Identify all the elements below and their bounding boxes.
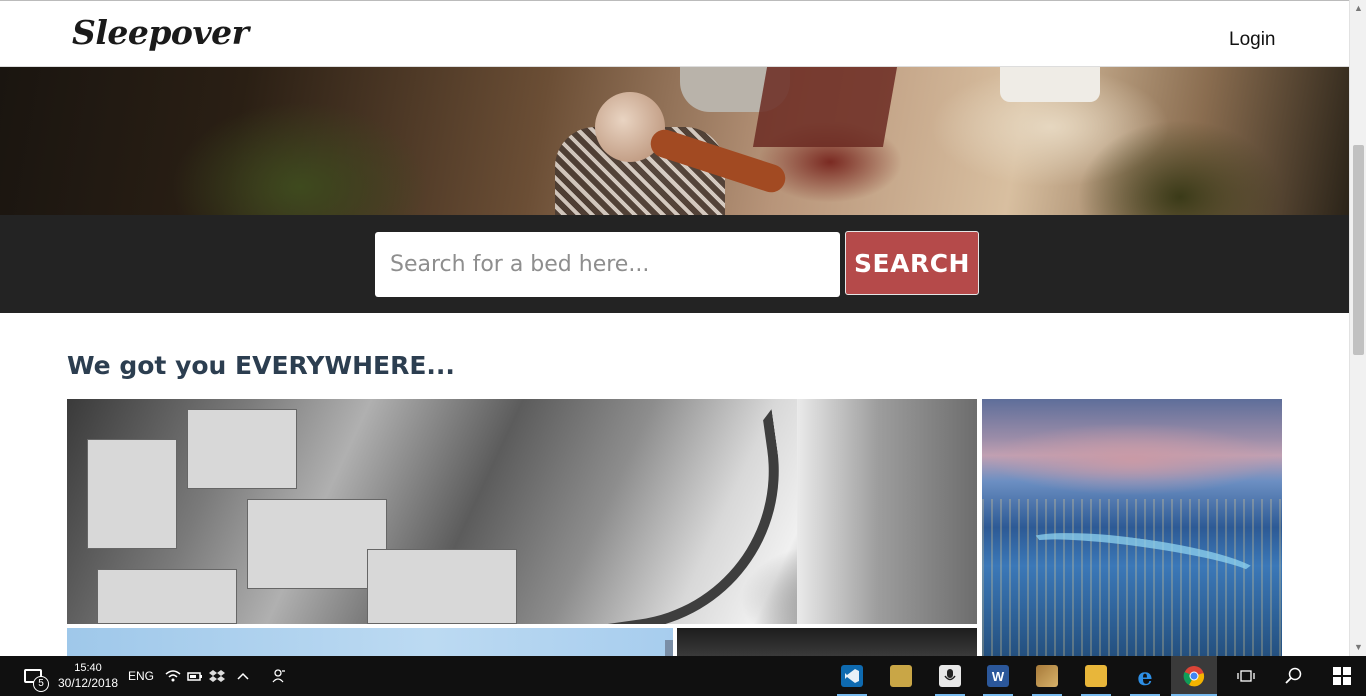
hero-image [0, 67, 1349, 215]
task-view-icon[interactable] [1224, 656, 1268, 696]
people-icon[interactable] [268, 656, 290, 696]
section-title: We got you EVERYWHERE... [67, 351, 455, 380]
notification-count-badge: 5 [33, 676, 49, 692]
windows-start-icon[interactable] [1320, 656, 1364, 696]
tile-building [87, 439, 177, 549]
search-icon[interactable] [1272, 656, 1316, 696]
destination-tile-beach-city[interactable] [67, 399, 977, 624]
tile-building [247, 499, 387, 589]
taskbar-app-chrome[interactable] [1171, 656, 1217, 696]
browser-viewport: Sleepover Login SEARCH We got you EVERYW… [0, 0, 1366, 656]
wifi-icon[interactable] [162, 656, 184, 696]
clock-date: 30/12/2018 [57, 676, 119, 690]
app-icon [1036, 665, 1058, 687]
taskbar-app-generic[interactable] [1024, 656, 1070, 696]
tile-building [97, 569, 237, 624]
search-input[interactable] [375, 232, 840, 297]
destination-tile-dark[interactable] [677, 628, 977, 656]
folder-icon [1085, 665, 1107, 687]
chevron-up-icon[interactable] [232, 656, 254, 696]
site-logo[interactable]: Sleepover [72, 13, 249, 52]
photos-icon [890, 665, 912, 687]
tile-building [187, 409, 297, 489]
taskbar-app-vscode[interactable] [829, 656, 875, 696]
tile-road [474, 409, 800, 624]
page-scrollbar[interactable]: ▲ ▼ [1349, 0, 1366, 656]
chrome-icon [1183, 665, 1205, 687]
login-link[interactable]: Login [1229, 29, 1276, 51]
scroll-up-arrow-icon[interactable]: ▲ [1350, 0, 1366, 17]
taskbar-app-word[interactable]: W [975, 656, 1021, 696]
search-band: SEARCH [0, 215, 1349, 313]
hero-rug [752, 67, 898, 147]
taskbar-app-edge[interactable]: e [1122, 656, 1168, 696]
tile-sea [797, 399, 977, 624]
scroll-down-arrow-icon[interactable]: ▼ [1350, 639, 1366, 656]
language-indicator[interactable]: ENG [124, 656, 158, 696]
taskbar-app-photos[interactable] [878, 656, 924, 696]
action-center-button[interactable]: 5 [14, 656, 52, 696]
hero-pillow [1000, 67, 1100, 102]
battery-icon[interactable] [184, 656, 206, 696]
taskbar-app-voice[interactable] [927, 656, 973, 696]
edge-icon: e [1137, 661, 1153, 691]
taskbar-app-file-explorer[interactable] [1073, 656, 1119, 696]
dropbox-icon[interactable] [206, 656, 228, 696]
site-header: Sleepover Login [0, 0, 1349, 67]
destination-tile-skyline[interactable] [67, 628, 673, 656]
taskbar-clock[interactable]: 15:40 30/12/2018 [52, 656, 124, 696]
scroll-thumb[interactable] [1353, 145, 1364, 355]
vscode-icon [841, 665, 863, 687]
tile-tower [665, 640, 673, 656]
microphone-icon [939, 665, 961, 687]
clock-time: 15:40 [74, 662, 102, 674]
destination-tile-night-city[interactable] [982, 399, 1282, 656]
word-icon: W [987, 665, 1009, 687]
search-button[interactable]: SEARCH [845, 231, 979, 295]
windows-taskbar: 5 15:40 30/12/2018 ENG W e [0, 656, 1366, 696]
